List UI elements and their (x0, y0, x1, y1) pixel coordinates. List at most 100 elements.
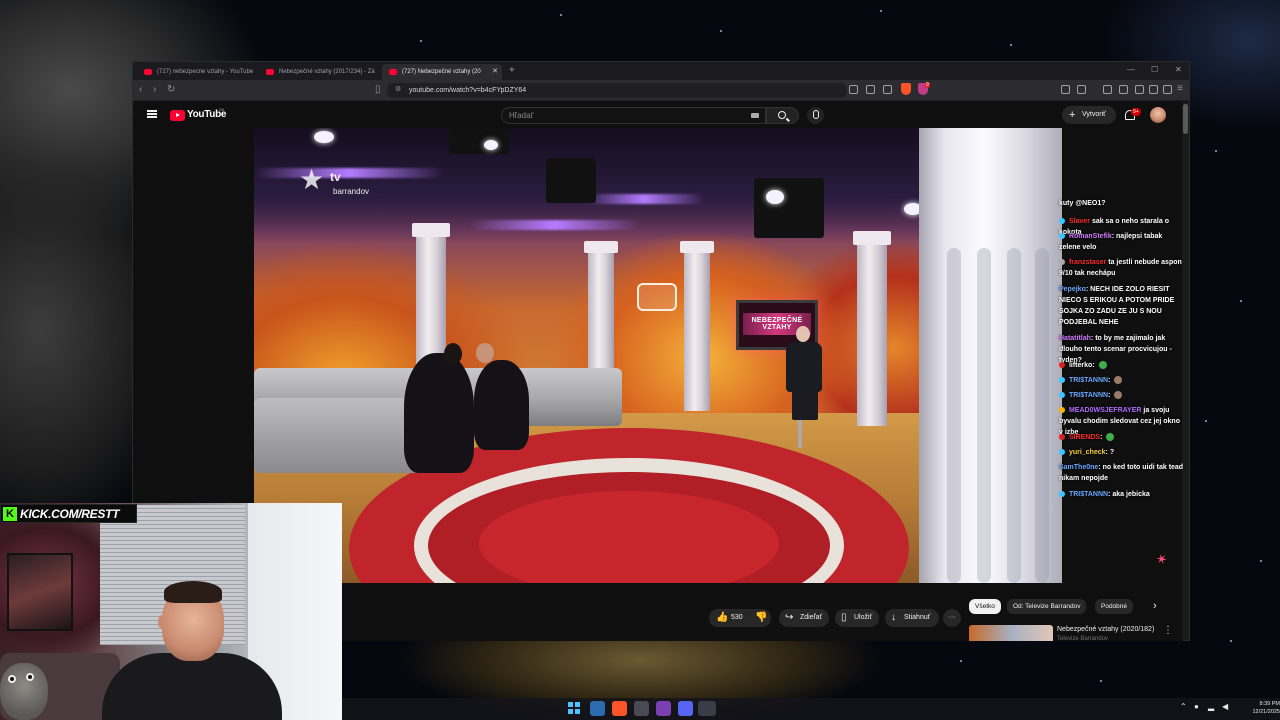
file-explorer-icon[interactable] (590, 701, 605, 716)
search-icon (778, 111, 786, 119)
cast-icon[interactable] (849, 85, 858, 94)
discord-taskbar-icon[interactable] (678, 701, 693, 716)
clock-time: 8:39 PM (1259, 701, 1280, 707)
region-code: SK (219, 107, 225, 112)
search-button[interactable] (766, 107, 799, 124)
menu-icon[interactable]: ≡ (1177, 83, 1183, 95)
microphone-icon[interactable]: ● (1194, 702, 1199, 711)
keyboard-icon[interactable] (751, 113, 759, 118)
reload-icon[interactable]: ↻ (167, 84, 175, 96)
dislike-icon[interactable]: 👎 (755, 609, 767, 627)
host-stool (798, 418, 802, 448)
scrollbar-thumb[interactable] (1183, 104, 1188, 134)
translate-icon[interactable] (866, 85, 875, 94)
chip-related[interactable]: Podobné (1095, 599, 1134, 614)
share-button[interactable]: ↪ Zdieľať (779, 609, 829, 627)
minimize-icon[interactable]: — (1127, 65, 1135, 74)
pillar-flute (1007, 248, 1021, 583)
star (1260, 560, 1262, 562)
recommended-more-icon[interactable]: ⋮ (1163, 625, 1173, 636)
chat-username: TRI$TANNN (1068, 491, 1109, 498)
video-player[interactable]: NEBEZPEČNÉ VZTAHY ★ tv barrandov (254, 128, 1062, 583)
tab-active-video[interactable]: (727) Nebezpečné vztahy (20 ✕ (382, 64, 502, 80)
like-count[interactable]: 530 (731, 609, 743, 627)
plush-eye (8, 675, 16, 683)
guide-menu-icon[interactable] (147, 110, 157, 118)
new-tab-button[interactable]: + (509, 64, 515, 78)
recommended-title[interactable]: Nebezpečné vztahy (2020/182) (1057, 626, 1154, 633)
voice-search-icon[interactable] (807, 107, 824, 124)
close-tab-icon[interactable]: ✕ (492, 64, 498, 80)
chat-badge-icon (1059, 218, 1065, 225)
recommended-channel[interactable]: Televize Barrandov (1057, 636, 1108, 642)
navigation-bar: ‹ › ↻ ▯ ⚙ youtube.com/watch?v=b4cFYpDZY6… (133, 80, 1189, 101)
chat-username: MEAD0WSJEFRAYER (1068, 407, 1142, 414)
download-button[interactable]: ↓ Stiahnuť (885, 609, 939, 627)
chat-username: SIRENDS (1068, 434, 1101, 441)
forward-icon[interactable]: › (153, 84, 156, 96)
network-icon[interactable]: ▂ (1208, 702, 1214, 711)
guest-man-head (476, 343, 494, 363)
tab-label: Nebezpečné vztahy (2017/234) - Zá (279, 69, 375, 75)
watermark-tv: tv (330, 170, 341, 184)
recommended-thumbnail[interactable] (969, 625, 1053, 641)
tab-bar: (727) nebezpecne vztahy - YouTube Nebezp… (133, 62, 1189, 80)
vpn-icon[interactable] (1149, 85, 1158, 94)
star (1100, 680, 1102, 682)
chat-badge-icon (1059, 392, 1065, 399)
system-clock[interactable]: 8:39 PM 12/21/2025 (1240, 700, 1280, 716)
tray-overflow-icon[interactable]: ⌃ (1180, 702, 1187, 711)
chat-username: RomanStefik (1068, 233, 1112, 240)
more-actions-label: ··· (948, 614, 956, 621)
brave-taskbar-icon[interactable] (612, 701, 627, 716)
tab-youtube-search[interactable]: (727) nebezpecne vztahy - YouTube (137, 64, 255, 80)
obs-taskbar-icon[interactable] (634, 701, 649, 716)
chips-next-icon[interactable]: › (1153, 599, 1157, 614)
foreground-pillar (919, 128, 1062, 583)
share-page-icon[interactable] (883, 85, 892, 94)
chat-username: Slaver (1068, 218, 1090, 225)
streamer-webcam (0, 503, 342, 720)
share-icon: ↪ (785, 612, 794, 623)
steam-taskbar-icon[interactable] (698, 701, 716, 716)
chat-text: kuty @NEO1? (1059, 200, 1106, 207)
pillar-flute (1035, 248, 1049, 583)
chat-message: TRI$TANNN: aka jebicka (1059, 489, 1185, 500)
chat-emote-icon (1114, 376, 1123, 385)
chat-username: yuri_check (1068, 449, 1106, 456)
close-window-icon[interactable]: ✕ (1175, 65, 1182, 74)
plush-eye (26, 673, 34, 681)
windows-taskbar: ⌃ ● ▂ ◀ 8:39 PM 12/21/2025 (342, 698, 1280, 720)
tab-video-2017[interactable]: Nebezpečné vztahy (2017/234) - Zá (259, 64, 377, 80)
more-actions-button[interactable]: ··· (943, 609, 961, 627)
youtube-logo-icon[interactable] (170, 110, 185, 121)
app-taskbar-icon[interactable] (656, 701, 671, 716)
address-bar[interactable]: ⚙ youtube.com/watch?v=b4cFYpDZY64 (387, 83, 847, 98)
create-button[interactable]: + Vytvoriť (1062, 106, 1116, 124)
brave-shields-icon[interactable] (901, 83, 911, 95)
host-head (796, 326, 810, 342)
back-icon[interactable]: ‹ (139, 84, 142, 96)
chat-badge-icon (1059, 407, 1065, 414)
chip-from-channel[interactable]: Od: Televize Barrandov (1007, 599, 1087, 614)
save-button[interactable]: ▯ Uložiť (835, 609, 879, 627)
sidebar-icon[interactable] (1077, 85, 1086, 94)
account-avatar[interactable] (1150, 107, 1166, 123)
chat-badge-icon (1059, 377, 1065, 384)
tab-label: (727) nebezpecne vztahy - YouTube (157, 69, 254, 75)
shield-icon[interactable] (1163, 85, 1172, 94)
media-icon[interactable] (1103, 85, 1112, 94)
chip-all[interactable]: Všetko (969, 599, 1001, 614)
volume-icon[interactable]: ◀ (1222, 702, 1228, 711)
streamer-body (102, 653, 282, 720)
chat-badge-icon (1059, 434, 1065, 441)
maximize-icon[interactable]: ☐ (1151, 65, 1158, 74)
search-input[interactable]: Hľadať (501, 107, 766, 124)
start-menu-icon[interactable] (568, 702, 580, 714)
bookmark-icon[interactable]: ▯ (375, 84, 381, 96)
reading-list-icon[interactable] (1119, 85, 1128, 94)
site-info-icon[interactable]: ⚙ (395, 84, 401, 96)
extensions-icon[interactable] (1061, 85, 1070, 94)
wallet-icon[interactable] (1135, 85, 1144, 94)
like-icon[interactable]: 👍 (716, 609, 728, 627)
